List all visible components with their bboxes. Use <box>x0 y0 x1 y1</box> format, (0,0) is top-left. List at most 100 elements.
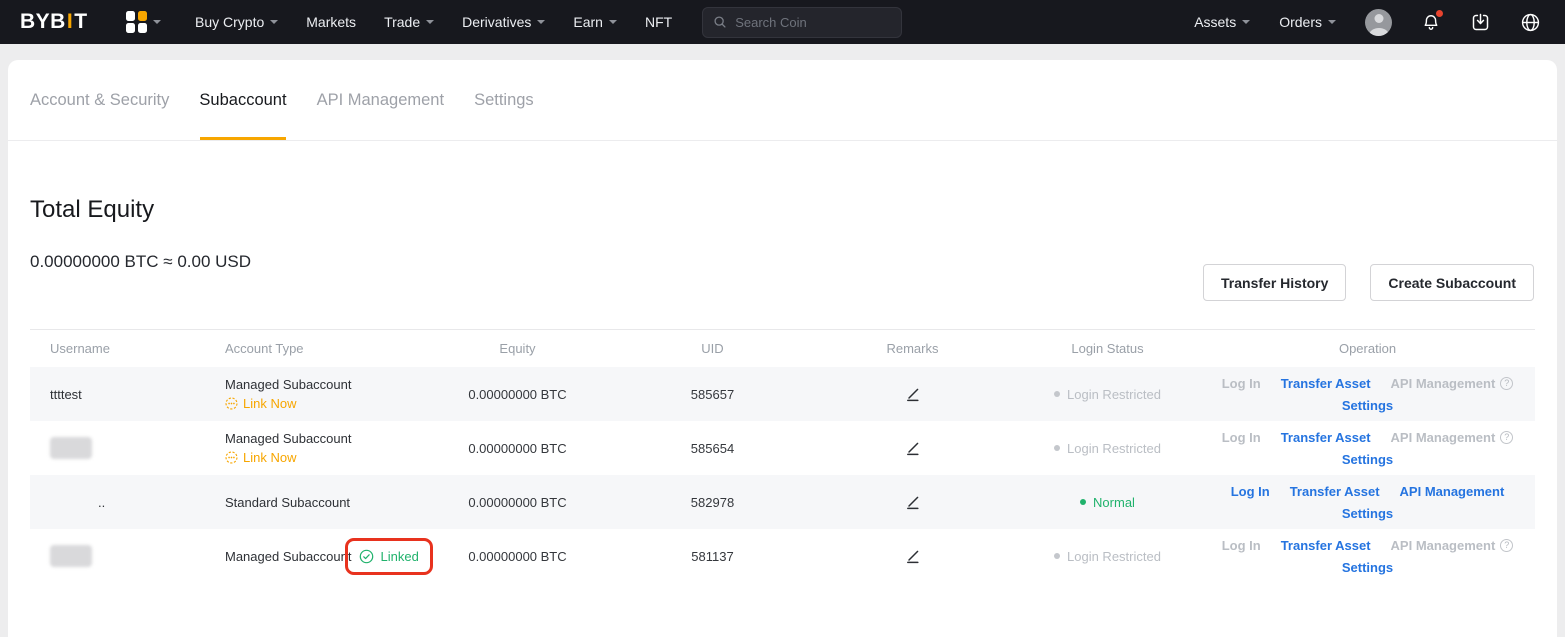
edit-remarks-icon[interactable] <box>904 494 921 511</box>
table-row: Managed Subaccount Link Now Link Now 0.0… <box>30 421 1535 475</box>
operations-cell: Log In Transfer Asset API Management ? S… <box>1200 538 1535 575</box>
transfer-asset-link[interactable]: Transfer Asset <box>1281 376 1371 391</box>
equity-cell: 0.00000000 BTC <box>420 495 615 510</box>
api-management-link[interactable]: API Management <box>1391 430 1496 445</box>
create-subaccount-button[interactable]: Create Subaccount <box>1370 264 1534 301</box>
redacted-username <box>50 437 92 459</box>
header-equity: Equity <box>420 341 615 356</box>
log-in-link[interactable]: Log In <box>1222 430 1261 445</box>
api-management-link[interactable]: API Management <box>1391 376 1496 391</box>
nav-item-nft[interactable]: NFT <box>645 14 672 30</box>
chevron-down-icon <box>537 20 545 24</box>
notification-badge <box>1436 10 1443 17</box>
status-dot-icon <box>1054 445 1060 451</box>
header-uid: UID <box>615 341 810 356</box>
status-label: Normal <box>1093 495 1135 510</box>
nav-item-markets[interactable]: Markets <box>306 14 356 30</box>
settings-tab-bar: Account & Security Subaccount API Manage… <box>8 60 1557 141</box>
nav-item-trade[interactable]: Trade <box>384 14 434 30</box>
help-circle-icon[interactable]: ? <box>1500 377 1513 390</box>
link-now-label: Link Now <box>243 396 296 411</box>
nav-item-earn[interactable]: Earn <box>573 14 617 30</box>
table-row: ttttest Managed Subaccount Link Now Link… <box>30 367 1535 421</box>
login-status-cell: Normal <box>1015 495 1200 510</box>
status-label: Login Restricted <box>1067 387 1161 402</box>
transfer-asset-link[interactable]: Transfer Asset <box>1281 538 1371 553</box>
chevron-down-icon <box>426 20 434 24</box>
help-circle-icon[interactable]: ? <box>1500 539 1513 552</box>
operations-cell: Log In Transfer Asset API Management ? S… <box>1200 430 1535 467</box>
nav-item-derivatives[interactable]: Derivatives <box>462 14 545 30</box>
status-dot-icon <box>1080 499 1086 505</box>
uid-cell: 585657 <box>615 387 810 402</box>
chevron-down-icon <box>609 20 617 24</box>
header-login-status: Login Status <box>1015 341 1200 356</box>
username: .. <box>50 495 105 510</box>
tab-account-security[interactable]: Account & Security <box>30 60 169 140</box>
apps-menu-button[interactable] <box>126 11 162 33</box>
equity-cell: 0.00000000 BTC <box>420 441 615 456</box>
edit-remarks-icon[interactable] <box>904 440 921 457</box>
logo-text-end: T <box>74 10 87 34</box>
status-label: Login Restricted <box>1067 441 1161 456</box>
account-type: Standard Subaccount <box>225 495 350 510</box>
header-account-type: Account Type <box>220 341 420 356</box>
linked-label: Linked <box>380 549 418 564</box>
table-row: Managed Subaccount Linked Linked 0.00000… <box>30 529 1535 583</box>
operations-cell: Log In Transfer Asset API Management ? S… <box>1200 484 1535 521</box>
settings-link[interactable]: Settings <box>1342 398 1393 413</box>
tab-settings[interactable]: Settings <box>474 60 534 140</box>
header-username: Username <box>30 341 220 356</box>
nav-item-buy-crypto[interactable]: Buy Crypto <box>195 14 278 30</box>
linked-badge: Linked <box>345 538 432 575</box>
help-circle-icon[interactable]: ? <box>1500 431 1513 444</box>
user-avatar[interactable] <box>1365 9 1392 36</box>
link-now-label: Link Now <box>243 450 296 465</box>
settings-link[interactable]: Settings <box>1342 506 1393 521</box>
api-management-link[interactable]: API Management <box>1391 538 1496 553</box>
chevron-down-icon <box>1328 20 1336 24</box>
settings-link[interactable]: Settings <box>1342 560 1393 575</box>
log-in-link[interactable]: Log In <box>1222 538 1261 553</box>
page-title: Total Equity <box>30 195 1535 225</box>
table-row: .. Standard Subaccount 0.00000000 BTC 58… <box>30 475 1535 529</box>
main-nav: Buy Crypto Markets Trade Derivatives Ear… <box>195 14 672 30</box>
transfer-asset-link[interactable]: Transfer Asset <box>1281 430 1371 445</box>
bybit-logo[interactable]: BYBIT <box>20 10 88 34</box>
account-type: Managed Subaccount <box>225 549 351 564</box>
search-input[interactable] <box>735 15 891 30</box>
link-now-button[interactable]: Link Now <box>225 396 420 411</box>
equity-section: Total Equity 0.00000000 BTC ≈ 0.00 USD <box>8 195 1557 272</box>
check-circle-icon <box>359 549 374 564</box>
chevron-down-icon <box>1242 20 1250 24</box>
language-globe-icon[interactable] <box>1520 12 1541 33</box>
status-dot-icon <box>1054 553 1060 559</box>
account-type: Managed Subaccount <box>225 377 351 392</box>
login-status-cell: Login Restricted <box>1015 441 1200 456</box>
log-in-link[interactable]: Log In <box>1222 376 1261 391</box>
transfer-history-button[interactable]: Transfer History <box>1203 264 1346 301</box>
settings-link[interactable]: Settings <box>1342 452 1393 467</box>
download-app-icon[interactable] <box>1470 12 1491 33</box>
table-header: Username Account Type Equity UID Remarks… <box>30 330 1535 367</box>
coin-search-box[interactable] <box>702 7 902 38</box>
edit-remarks-icon[interactable] <box>904 386 921 403</box>
link-now-button[interactable]: Link Now <box>225 450 420 465</box>
redacted-username <box>50 545 92 567</box>
account-type: Managed Subaccount <box>225 431 351 446</box>
log-in-link[interactable]: Log In <box>1231 484 1270 499</box>
tab-api-management[interactable]: API Management <box>317 60 445 140</box>
edit-remarks-icon[interactable] <box>904 548 921 565</box>
status-label: Login Restricted <box>1067 549 1161 564</box>
page-actions: Transfer History Create Subaccount <box>1203 264 1534 301</box>
subaccount-table: Username Account Type Equity UID Remarks… <box>30 329 1535 583</box>
notification-bell-icon[interactable] <box>1421 12 1441 32</box>
tab-subaccount[interactable]: Subaccount <box>199 60 286 140</box>
equity-cell: 0.00000000 BTC <box>420 549 615 564</box>
subaccount-page-card: Account & Security Subaccount API Manage… <box>8 60 1557 637</box>
transfer-asset-link[interactable]: Transfer Asset <box>1290 484 1380 499</box>
api-management-link[interactable]: API Management <box>1400 484 1505 499</box>
nav-item-orders[interactable]: Orders <box>1279 14 1336 30</box>
nav-item-assets[interactable]: Assets <box>1194 14 1250 30</box>
equity-cell: 0.00000000 BTC <box>420 387 615 402</box>
